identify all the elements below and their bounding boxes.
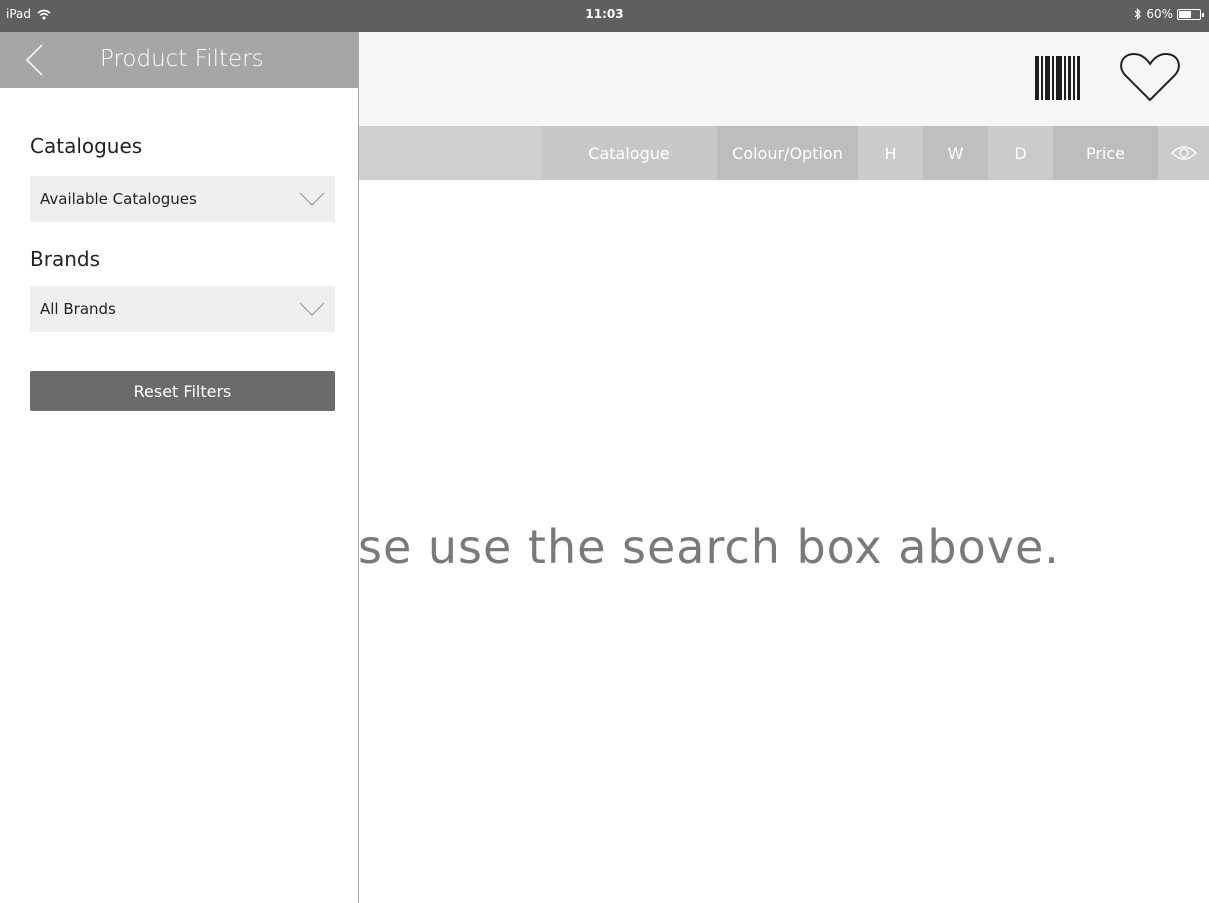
battery-percent: 60% [1146, 7, 1173, 21]
barcode-icon[interactable] [1035, 56, 1081, 100]
drawer-header: Product Filters [0, 32, 358, 88]
reset-filters-button[interactable]: Reset Filters [30, 371, 335, 411]
eye-icon[interactable] [1170, 145, 1197, 161]
empty-state-message: se use the search box above. [358, 520, 1060, 574]
chevron-down-icon [299, 302, 325, 316]
product-filters-drawer: Product Filters Catalogues Available Cat… [0, 32, 359, 903]
column-catalogue[interactable]: Catalogue [541, 126, 717, 180]
column-visibility[interactable] [1158, 126, 1209, 180]
catalogues-select[interactable]: Available Catalogues [30, 176, 335, 222]
battery-fill [1179, 10, 1191, 18]
column-price[interactable]: Price [1053, 126, 1158, 180]
back-chevron-icon[interactable] [24, 43, 44, 77]
heart-icon[interactable] [1119, 52, 1181, 104]
top-icons [1035, 52, 1181, 104]
chevron-down-icon [299, 192, 325, 206]
column-colour-option[interactable]: Colour/Option [717, 126, 858, 180]
column-width[interactable]: W [923, 126, 988, 180]
catalogues-label: Catalogues [30, 134, 143, 158]
brands-select[interactable]: All Brands [30, 286, 335, 332]
status-time: 11:03 [585, 7, 624, 21]
battery-icon [1177, 8, 1204, 20]
column-depth[interactable]: D [988, 126, 1053, 180]
brands-label: Brands [30, 247, 100, 271]
brands-select-value: All Brands [40, 300, 116, 318]
catalogues-select-value: Available Catalogues [40, 190, 197, 208]
status-right: 60% [1134, 7, 1204, 21]
drawer-title: Product Filters [100, 46, 264, 72]
status-bar: iPad 11:03 60% [0, 0, 1209, 32]
column-height[interactable]: H [858, 126, 923, 180]
bluetooth-icon [1134, 8, 1142, 20]
